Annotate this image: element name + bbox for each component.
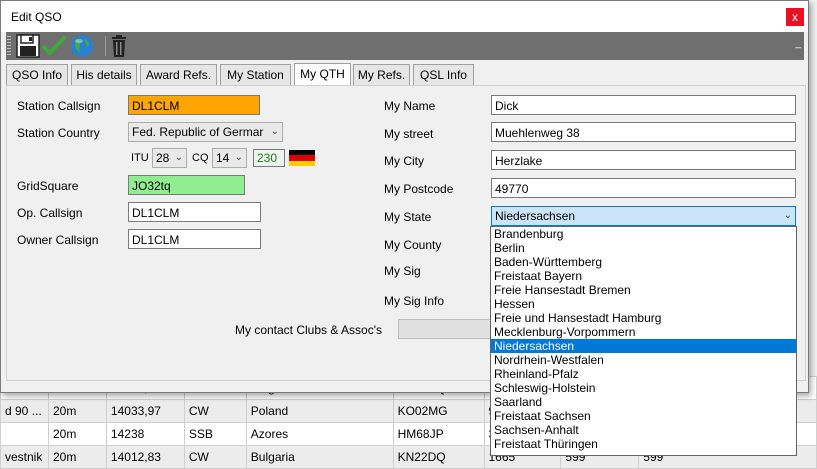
tab-his-details[interactable]: His details	[71, 64, 137, 86]
table-cell: KO02MG	[392, 399, 485, 423]
state-option[interactable]: Berlin	[491, 241, 796, 255]
check-icon[interactable]	[42, 34, 66, 58]
op-callsign-field[interactable]: DL1CLM	[128, 202, 261, 222]
my-name-field[interactable]: Dick	[491, 95, 796, 115]
chevron-down-icon: ⌄	[174, 152, 183, 163]
my-state-label: My State	[384, 210, 432, 224]
my-state-value: Niedersachsen	[495, 209, 576, 223]
table-cell: HM68JP	[392, 422, 485, 446]
window-title: Edit QSO	[11, 10, 62, 24]
state-option[interactable]: Freistaat Sachsen	[491, 409, 796, 423]
tab-my-qth[interactable]: My QTH	[294, 63, 351, 87]
my-city-label: My City	[384, 154, 424, 168]
state-option[interactable]: Freistaat Bayern	[491, 269, 796, 283]
station-callsign-field[interactable]: DL1CLM	[128, 95, 260, 115]
state-option[interactable]: Freie und Hansestadt Hamburg	[491, 311, 796, 325]
station-country-select[interactable]: Fed. Republic of Germar ⌄	[128, 122, 283, 142]
toolbar-grip[interactable]	[7, 36, 11, 56]
itu-value: 28	[156, 151, 170, 165]
owner-callsign-field[interactable]: DL1CLM	[128, 229, 261, 249]
table-cell: SSB	[183, 422, 247, 446]
my-street-label: My street	[384, 127, 434, 141]
tab-award-refs[interactable]: Award Refs.	[140, 64, 217, 86]
my-clubs-label: My contact Clubs & Assoc's	[235, 323, 383, 337]
table-cell: CW	[183, 399, 247, 423]
state-option[interactable]: Schleswig-Holstein	[491, 381, 796, 395]
table-cell: 20m	[47, 445, 107, 469]
station-country-value: Fed. Republic of Germar	[132, 125, 264, 139]
gridsquare-label: GridSquare	[17, 179, 79, 193]
gridsquare-field[interactable]: JO32tq	[128, 175, 245, 195]
table-cell	[0, 422, 49, 446]
table-cell: Poland	[245, 399, 394, 423]
table-cell: vestnik	[0, 445, 49, 469]
cq-label: CQ	[192, 152, 209, 164]
my-city-field[interactable]: Herzlake	[491, 150, 796, 170]
tab-qsl-info[interactable]: QSL Info	[413, 64, 474, 86]
cq-value: 14	[216, 151, 230, 165]
my-clubs-field[interactable]	[398, 319, 495, 339]
state-option[interactable]: Freistaat Thüringen	[491, 437, 796, 451]
table-cell: Azores	[245, 422, 394, 446]
table-cell: 20m	[47, 422, 107, 446]
toolbar-separator	[105, 36, 106, 56]
germany-flag-icon	[289, 150, 315, 166]
table-cell: 14033,97	[105, 399, 185, 423]
my-sig-info-label: My Sig Info	[384, 294, 445, 308]
station-country-label: Station Country	[17, 126, 100, 140]
state-option[interactable]: Baden-Württemberg	[491, 255, 796, 269]
cq-select[interactable]: 14 ⌄	[212, 148, 247, 168]
my-sig-label: My Sig	[384, 264, 421, 278]
globe-icon[interactable]	[70, 34, 94, 58]
state-option[interactable]: Rheinland-Pfalz	[491, 367, 796, 381]
state-option[interactable]: Brandenburg	[491, 227, 796, 241]
table-cell: 14238	[105, 422, 185, 446]
dxcc-field: 230	[253, 149, 285, 167]
chevron-down-icon: ⌄	[783, 210, 792, 221]
state-option[interactable]: Saarland	[491, 395, 796, 409]
toolbar: _	[6, 32, 804, 60]
table-cell: 14012,83	[105, 445, 185, 469]
table-cell: KN22DQ	[392, 445, 485, 469]
trash-icon[interactable]	[109, 34, 133, 58]
chevron-down-icon: ⌄	[234, 152, 243, 163]
state-option[interactable]: Nordrhein-Westfalen	[491, 353, 796, 367]
state-option[interactable]: Mecklenburg-Vorpommern	[491, 325, 796, 339]
my-postcode-label: My Postcode	[384, 182, 454, 196]
chevron-down-icon: ⌄	[270, 126, 279, 137]
my-state-select[interactable]: Niedersachsen ⌄	[491, 206, 796, 226]
itu-label: ITU	[131, 152, 149, 164]
tab-my-refs[interactable]: My Refs.	[353, 64, 410, 86]
toolbar-overflow[interactable]: _	[795, 38, 801, 49]
my-street-field[interactable]: Muehlenweg 38	[491, 122, 796, 142]
my-state-dropdown-list: Brandenburg Berlin Baden-Württemberg Freist…	[490, 226, 797, 456]
tab-qso-info[interactable]: QSO Info	[6, 64, 68, 86]
table-cell: d 90 ...	[0, 399, 49, 423]
tab-my-station[interactable]: My Station	[220, 64, 291, 86]
table-cell: CW	[183, 445, 247, 469]
owner-callsign-label: Owner Callsign	[17, 233, 99, 247]
title-bar: Edit QSO x	[1, 1, 808, 32]
close-button[interactable]: x	[786, 8, 804, 26]
my-name-label: My Name	[384, 99, 436, 113]
station-callsign-label: Station Callsign	[17, 99, 101, 113]
state-option[interactable]: Freie Hansestadt Bremen	[491, 283, 796, 297]
itu-select[interactable]: 28 ⌄	[152, 148, 187, 168]
my-postcode-field[interactable]: 49770	[491, 178, 796, 198]
table-cell: Bulgaria	[245, 445, 394, 469]
state-option[interactable]: Hessen	[491, 297, 796, 311]
state-option[interactable]: Sachsen-Anhalt	[491, 423, 796, 437]
table-cell: 20m	[47, 399, 107, 423]
save-icon[interactable]	[16, 34, 40, 58]
op-callsign-label: Op. Callsign	[17, 206, 83, 220]
my-county-label: My County	[384, 238, 442, 252]
state-option[interactable]: Niedersachsen	[491, 339, 796, 353]
